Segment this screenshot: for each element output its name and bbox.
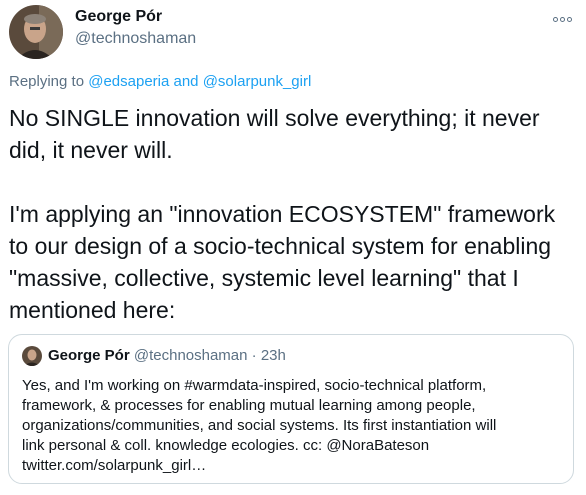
replying-to: Replying to @edsaperia and @solarpunk_gi… — [9, 73, 311, 90]
quoted-author-name: George Pór — [48, 347, 130, 364]
more-dot — [567, 16, 572, 22]
quoted-text-line: framework, & processes for enabling mutu… — [22, 397, 476, 414]
quoted-text-line: organizations/communities, and social sy… — [22, 417, 497, 434]
quoted-text-line: link personal & coll. knowledge ecologie… — [22, 437, 430, 454]
reply-user-link[interactable]: @edsaperia — [88, 73, 169, 90]
more-options-icon[interactable] — [553, 14, 575, 24]
quoted-text-line: Yes, and I'm working on #warmdata-inspir… — [22, 377, 487, 394]
author-avatar[interactable] — [9, 5, 63, 59]
quoted-author-avatar — [22, 346, 42, 366]
quoted-text: Yes, and I'm working on #warmdata-inspir… — [22, 376, 567, 476]
reply-connector: and — [169, 73, 203, 90]
quoted-header: George Pór @technoshaman · 23h — [48, 347, 286, 364]
quoted-separator: · — [247, 347, 261, 364]
replying-to-label: Replying to — [9, 73, 89, 90]
quoted-timestamp: 23h — [260, 347, 286, 364]
author-name[interactable]: George Pór — [75, 8, 162, 26]
quoted-author-handle: @technoshaman — [133, 347, 248, 364]
quoted-avatar-image — [22, 346, 42, 366]
more-dot — [560, 16, 565, 22]
more-dot — [553, 16, 558, 22]
tweet-text: No SINGLE innovation will solve everythi… — [9, 105, 556, 323]
author-avatar-image — [9, 5, 63, 59]
quoted-link[interactable]: twitter.com/solarpunk_girl… — [22, 456, 567, 476]
author-handle[interactable]: @technoshaman — [75, 30, 196, 48]
quoted-tweet[interactable]: George Pór @technoshaman · 23h Yes, and … — [8, 334, 574, 484]
reply-user-link[interactable]: @solarpunk_girl — [203, 73, 312, 90]
